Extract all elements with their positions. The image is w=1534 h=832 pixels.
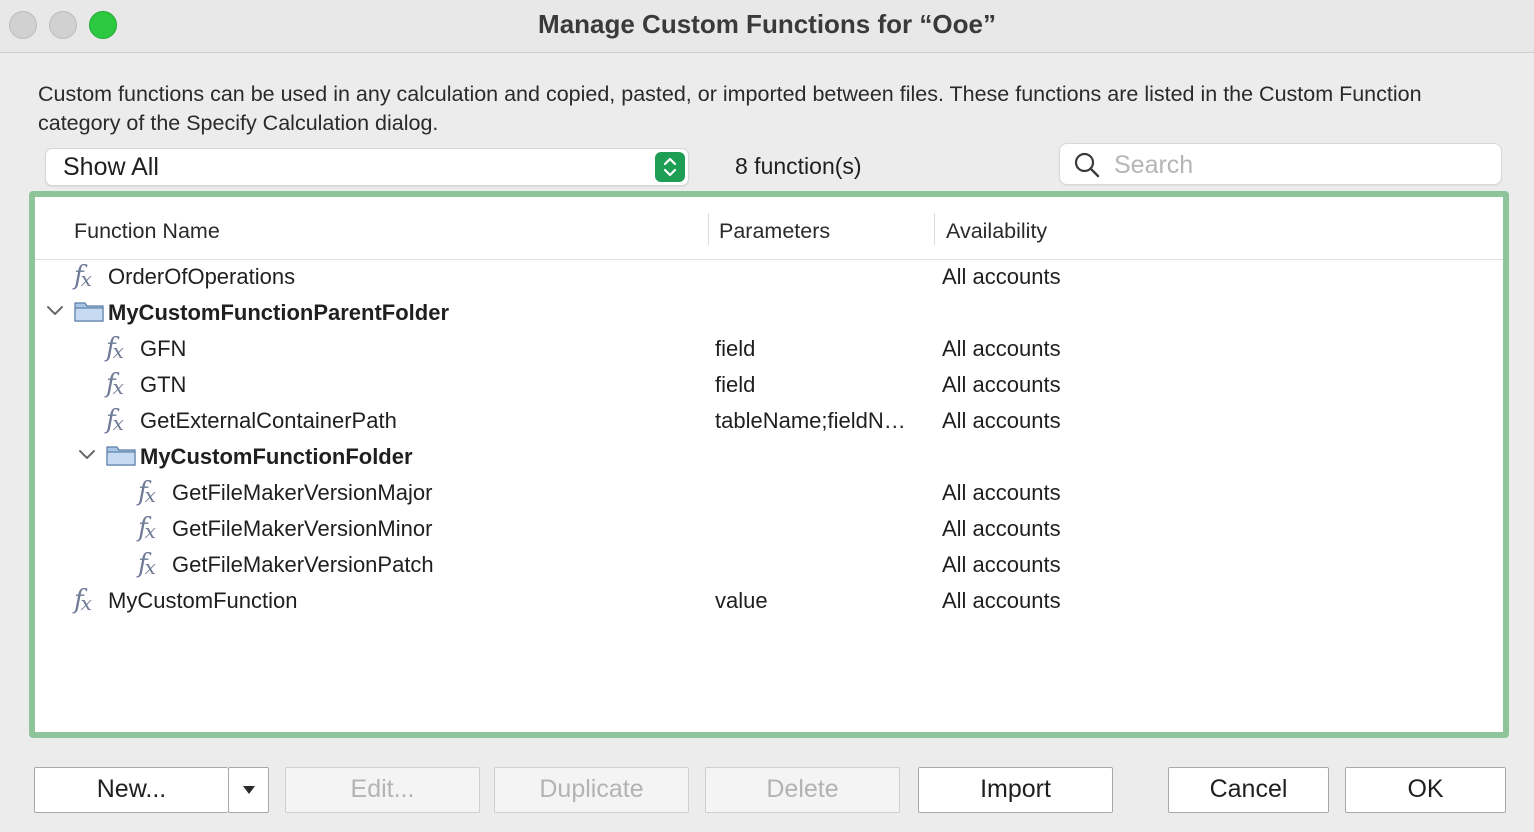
description-text: Custom functions can be used in any calc…: [38, 82, 1422, 135]
function-availability: All accounts: [942, 552, 1061, 577]
folder-row[interactable]: MyCustomFunctionParentFolder: [35, 295, 1503, 331]
function-parameters: field: [715, 336, 756, 361]
new-button[interactable]: New...: [34, 767, 228, 813]
column-divider[interactable]: [934, 213, 935, 245]
function-parameters: tableName;fieldN…: [715, 408, 906, 433]
function-availability: All accounts: [942, 408, 1061, 433]
cancel-button[interactable]: Cancel: [1168, 767, 1329, 813]
filter-select-value: Show All: [63, 153, 159, 181]
fx-icon: fx: [138, 477, 156, 507]
folder-icon: [74, 302, 104, 322]
function-availability: All accounts: [942, 264, 1061, 289]
column-header-parameters[interactable]: Parameters: [719, 219, 830, 244]
fx-icon: fx: [74, 585, 92, 615]
function-row[interactable]: fx MyCustomFunction value All accounts: [35, 583, 1503, 619]
function-row[interactable]: fx GetFileMakerVersionMajor All accounts: [35, 475, 1503, 511]
ok-button[interactable]: OK: [1345, 767, 1506, 813]
function-parameters: value: [715, 588, 768, 613]
stepper-arrows-icon: [655, 152, 685, 182]
title-bar: Manage Custom Functions for “Ooe”: [0, 0, 1534, 53]
fx-icon: fx: [106, 333, 124, 363]
function-name: MyCustomFunction: [108, 588, 298, 613]
function-availability: All accounts: [942, 588, 1061, 613]
delete-button[interactable]: Delete: [705, 767, 900, 813]
filter-select[interactable]: Show All: [45, 148, 689, 186]
duplicate-button[interactable]: Duplicate: [494, 767, 689, 813]
function-row[interactable]: fx GetExternalContainerPath tableName;fiel…: [35, 403, 1503, 439]
folder-name: MyCustomFunctionParentFolder: [108, 300, 450, 325]
column-header: Function Name Parameters Availability: [35, 197, 1503, 260]
import-button[interactable]: Import: [918, 767, 1113, 813]
function-name: GetFileMakerVersionMinor: [172, 516, 433, 541]
fx-icon: fx: [138, 549, 156, 579]
function-count: 8 function(s): [735, 153, 862, 179]
folder-name: MyCustomFunctionFolder: [140, 444, 413, 469]
function-row[interactable]: fx OrderOfOperations All accounts: [35, 259, 1503, 295]
function-availability: All accounts: [942, 480, 1061, 505]
fx-icon: fx: [106, 369, 124, 399]
function-name: OrderOfOperations: [108, 264, 296, 289]
function-availability: All accounts: [942, 516, 1061, 541]
function-parameters: field: [715, 372, 756, 397]
new-menu-button[interactable]: [228, 767, 269, 813]
function-row[interactable]: fx GetFileMakerVersionMinor All accounts: [35, 511, 1503, 547]
window-title: Manage Custom Functions for “Ooe”: [538, 9, 996, 39]
chevron-down-icon[interactable]: [78, 449, 96, 461]
function-row[interactable]: fx GetFileMakerVersionPatch All accounts: [35, 547, 1503, 583]
column-header-function-name[interactable]: Function Name: [74, 219, 220, 244]
function-name: GetFileMakerVersionMajor: [172, 480, 433, 505]
folder-icon: [106, 446, 136, 466]
function-row[interactable]: fx GTN field All accounts: [35, 367, 1503, 403]
function-name: GetFileMakerVersionPatch: [172, 552, 434, 577]
fx-icon: fx: [138, 513, 156, 543]
function-availability: All accounts: [942, 372, 1061, 397]
search-field[interactable]: [1059, 143, 1502, 185]
function-name: GetExternalContainerPath: [140, 408, 397, 433]
edit-button[interactable]: Edit...: [285, 767, 480, 813]
column-header-availability[interactable]: Availability: [946, 219, 1047, 244]
fx-icon: fx: [74, 261, 92, 291]
fx-icon: fx: [106, 405, 124, 435]
function-availability: All accounts: [942, 336, 1061, 361]
triangle-down-icon: [243, 786, 255, 794]
column-divider[interactable]: [708, 213, 709, 245]
function-name: GFN: [140, 336, 187, 361]
function-name: GTN: [140, 372, 187, 397]
chevron-down-icon[interactable]: [46, 305, 64, 317]
search-input[interactable]: [1112, 148, 1486, 182]
search-icon: [1073, 151, 1101, 184]
folder-row[interactable]: MyCustomFunctionFolder: [35, 439, 1503, 475]
function-row[interactable]: fx GFN field All accounts: [35, 331, 1503, 367]
function-list[interactable]: Function Name Parameters Availability fx…: [29, 191, 1509, 738]
